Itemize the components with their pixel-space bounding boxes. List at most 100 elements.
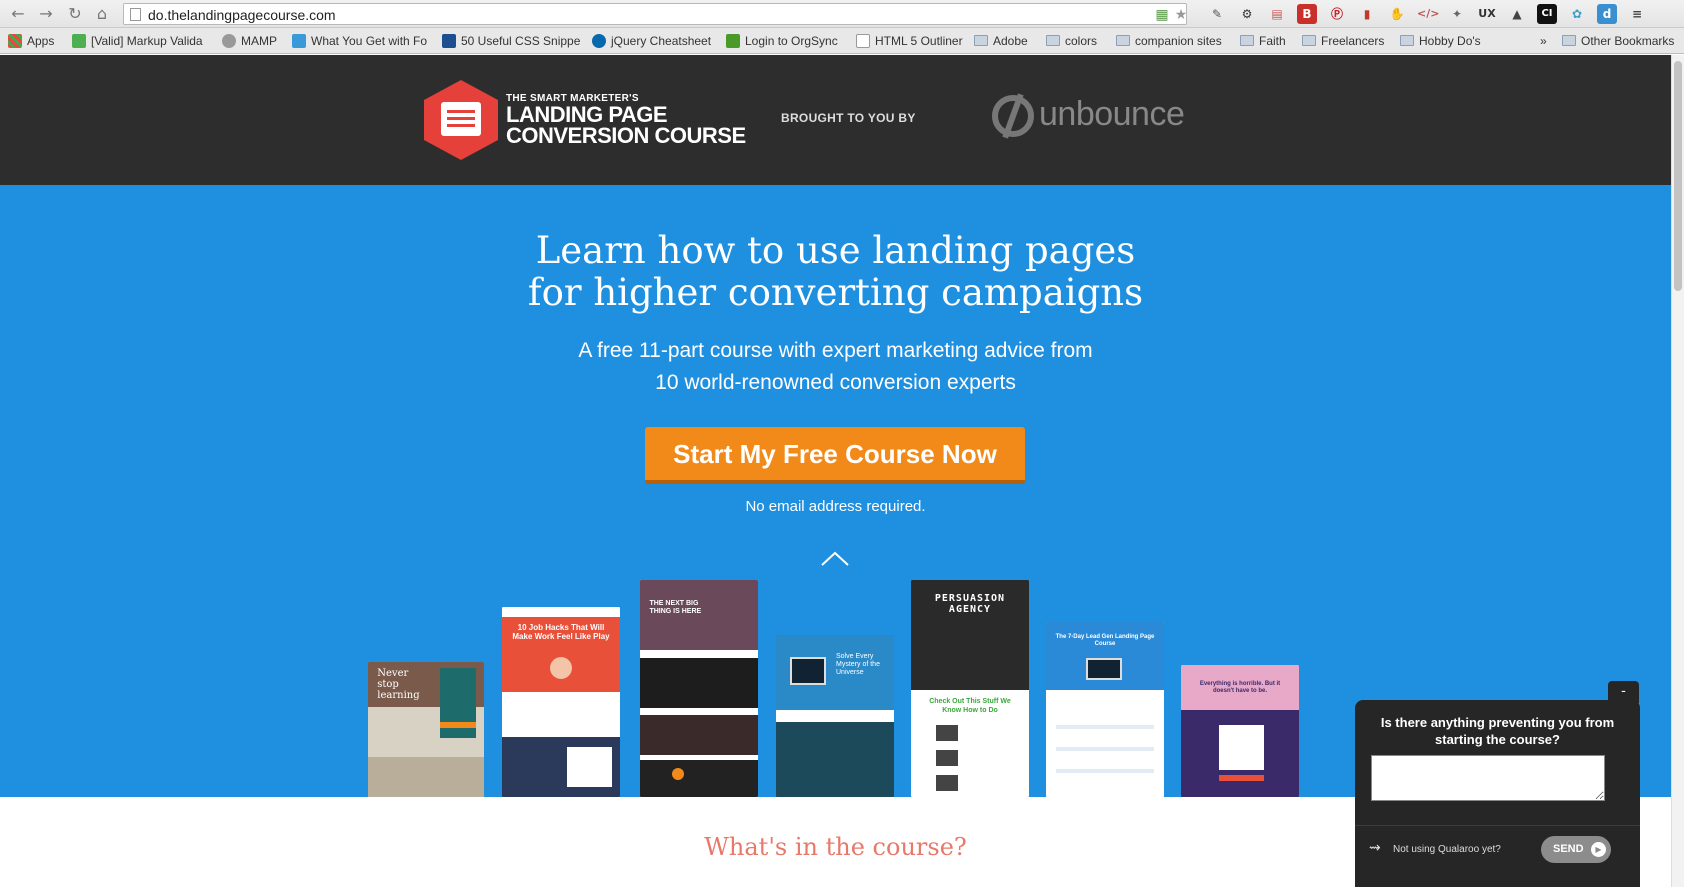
folder-icon: [1562, 35, 1576, 46]
thumb-nav: [502, 607, 620, 617]
bookmark-folder-colors[interactable]: colors: [1046, 33, 1097, 49]
bookmarks-bar: Apps [Valid] Markup Valida MAMP What You…: [0, 28, 1684, 54]
chevron-up-icon[interactable]: [820, 545, 850, 575]
thumb-form: [567, 747, 612, 787]
d-extension-icon[interactable]: d: [1597, 4, 1617, 24]
thumb-4-title: Solve Every Mystery of the Universe: [836, 653, 880, 676]
thumbnail-5[interactable]: PERSUASION AGENCY Check Out This Stuff W…: [911, 580, 1029, 797]
url-text: do.thelandingpagecourse.com: [148, 7, 336, 23]
tool-icon[interactable]: ✦: [1447, 4, 1467, 24]
calendar-icon[interactable]: ▤: [1267, 4, 1287, 24]
no-email-note: No email address required.: [745, 498, 926, 515]
forward-button[interactable]: →: [36, 4, 56, 24]
thumb-avatar: [550, 657, 572, 679]
thumb-body: [502, 692, 620, 737]
logo-page-icon: [441, 102, 481, 136]
bookmarks-overflow-button[interactable]: »: [1540, 33, 1547, 49]
hero-sub-line1: A free 11-part course with expert market…: [578, 339, 1093, 362]
thumb-grid: [1056, 707, 1154, 787]
thumb-button: [1219, 775, 1264, 781]
qualaroo-logo-icon: ⇝: [1369, 840, 1381, 856]
send-label: SEND: [1553, 843, 1584, 855]
survey-answer-field[interactable]: [1371, 755, 1605, 801]
survey-divider: [1355, 825, 1640, 826]
bookmark-folder-freelancers[interactable]: Freelancers: [1302, 33, 1384, 49]
back-button[interactable]: ←: [8, 4, 28, 24]
bookmark-html5-outliner[interactable]: HTML 5 Outliner: [856, 33, 963, 49]
survey-send-button[interactable]: SEND ▶: [1541, 836, 1611, 863]
thumb-3-title: THE NEXT BIG THING IS HERE: [649, 600, 702, 615]
gear-icon[interactable]: ⚙: [1237, 4, 1257, 24]
scrollbar-thumb[interactable]: [1674, 61, 1682, 291]
thumb-image: [936, 725, 958, 741]
thumb-form: [1219, 725, 1264, 770]
survey-minimize-button[interactable]: -: [1608, 681, 1639, 703]
unbounce-logo-icon[interactable]: [992, 95, 1034, 137]
folder-icon: [1302, 35, 1316, 46]
page-scrollbar[interactable]: [1671, 55, 1684, 887]
folder-icon: [1116, 35, 1130, 46]
thumb-strip: [776, 710, 894, 722]
hero-sub-line2: 10 world-renowned conversion experts: [655, 371, 1016, 394]
bookmark-mamp[interactable]: MAMP: [222, 33, 277, 49]
bookmark-other-bookmarks[interactable]: Other Bookmarks: [1562, 33, 1674, 49]
bookmark-jquery[interactable]: jQuery Cheatsheet: [592, 33, 711, 49]
pinterest-icon[interactable]: Ⓟ: [1327, 4, 1347, 24]
unbounce-wordmark[interactable]: unbounce: [1039, 95, 1185, 134]
thumbnail-2[interactable]: 10 Job Hacks That Will Make Work Feel Li…: [502, 607, 620, 797]
ux-icon[interactable]: UX: [1477, 4, 1497, 24]
b-extension-icon[interactable]: B: [1297, 4, 1317, 24]
thumbnail-6[interactable]: The 7-Day Lead Gen Landing Page Course: [1046, 622, 1164, 797]
thumbnail-1[interactable]: Never stop learning: [368, 662, 484, 797]
thumbnail-4[interactable]: Solve Every Mystery of the Universe: [776, 635, 894, 797]
bookmark-folder-adobe[interactable]: Adobe: [974, 33, 1028, 49]
thumb-1-title: Never stop learning: [377, 668, 420, 701]
couch-icon[interactable]: ▮: [1357, 4, 1377, 24]
molecule-icon[interactable]: ✿: [1567, 4, 1587, 24]
thumb-6-title: The 7-Day Lead Gen Landing Page Course: [1055, 634, 1155, 647]
evernote-icon[interactable]: ✋: [1387, 4, 1407, 24]
thumb-7-title: Everything is horrible. But it doesn't h…: [1199, 681, 1281, 694]
hero-headline-line1: Learn how to use landing pages: [535, 229, 1136, 272]
browser-toolbar: ← → ↻ ⌂ do.thelandingpagecourse.com ▦ ★ …: [0, 0, 1684, 28]
apps-grid-icon: [8, 34, 22, 48]
mamp-icon: [222, 34, 236, 48]
bookmark-markup-validator[interactable]: [Valid] Markup Valida: [72, 33, 203, 49]
survey-widget: - Is there anything preventing you from …: [1355, 681, 1640, 887]
bookmark-star-icon[interactable]: ★: [1173, 7, 1189, 23]
thumb-bulb-icon: [672, 768, 684, 780]
start-course-button[interactable]: Start My Free Course Now: [645, 427, 1025, 484]
thumb-footer: [368, 757, 484, 797]
bookmark-what-you-get[interactable]: What You Get with Fo: [292, 33, 427, 49]
address-bar[interactable]: do.thelandingpagecourse.com ▦ ★: [123, 3, 1187, 25]
ci-icon[interactable]: CI: [1537, 4, 1557, 24]
qualaroo-link[interactable]: Not using Qualaroo yet?: [1393, 844, 1501, 855]
reader-icon[interactable]: ▦: [1154, 7, 1170, 23]
logo-title: LANDING PAGE CONVERSION COURSE: [506, 104, 746, 147]
thumb-5-cta: Check Out This Stuff We Know How to Do: [929, 698, 1011, 714]
thumb-band: [640, 760, 758, 797]
bookmark-folder-hobby[interactable]: Hobby Do's: [1400, 33, 1481, 49]
hero-headline-line2: for higher converting campaigns: [527, 271, 1144, 314]
eyedropper-icon[interactable]: ✎: [1207, 4, 1227, 24]
hero-subheadline: A free 11-part course with expert market…: [0, 335, 1671, 399]
reload-button[interactable]: ↻: [65, 4, 85, 24]
bookmark-folder-faith[interactable]: Faith: [1240, 33, 1286, 49]
menu-icon[interactable]: ≡: [1627, 4, 1647, 24]
page-icon: [856, 34, 870, 48]
silhouette-icon[interactable]: ▲: [1507, 4, 1527, 24]
survey-question: Is there anything preventing you from st…: [1380, 715, 1615, 747]
code-icon[interactable]: </>: [1417, 4, 1439, 24]
bookmark-css-snippets[interactable]: 50 Useful CSS Snippe: [442, 33, 580, 49]
bookmark-apps[interactable]: Apps: [8, 33, 54, 49]
thumbnail-7[interactable]: Everything is horrible. But it doesn't h…: [1181, 665, 1299, 797]
jquery-icon: [592, 34, 606, 48]
bookmark-folder-companion-sites[interactable]: companion sites: [1116, 33, 1222, 49]
bookmark-orgsync[interactable]: Login to OrgSync: [726, 33, 838, 49]
home-button[interactable]: ⌂: [92, 4, 112, 24]
thumb-2-title: 10 Job Hacks That Will Make Work Feel Li…: [512, 623, 610, 641]
folder-icon: [1046, 35, 1060, 46]
thumb-device: [1086, 658, 1122, 680]
thumbnail-3[interactable]: THE NEXT BIG THING IS HERE: [640, 580, 758, 797]
thumb-button: [440, 722, 476, 728]
